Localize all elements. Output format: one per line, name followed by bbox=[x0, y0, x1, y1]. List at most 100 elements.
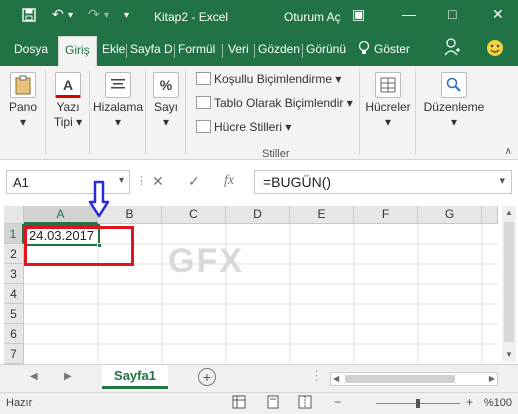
sheet-tab-bar: ◀ ▶ Sayfa1 + ⋮ ◀ ▶ bbox=[0, 364, 518, 392]
column-header-partial[interactable] bbox=[482, 206, 498, 224]
zoom-level[interactable]: %100 bbox=[484, 397, 512, 409]
tab-separator bbox=[302, 44, 303, 58]
hizalama-button[interactable]: Hizalama ▾ bbox=[92, 72, 144, 130]
title-bar: ↶ ▾ ↷ ▾ ▾ Kitap2 - Excel Oturum Aç ▣ — □… bbox=[0, 0, 518, 34]
column-header[interactable]: E bbox=[290, 206, 354, 224]
column-header[interactable]: F bbox=[354, 206, 418, 224]
hucre-stilleri-button[interactable]: Hücre Stilleri ▾ bbox=[196, 120, 291, 134]
undo-dropdown-icon[interactable]: ▾ bbox=[68, 10, 73, 21]
row-header[interactable]: 5 bbox=[4, 304, 24, 324]
chevron-down-icon: ▾ bbox=[450, 115, 458, 129]
zoom-in-button[interactable]: + bbox=[466, 395, 473, 409]
sheet-splitter[interactable]: ⋮ bbox=[310, 368, 323, 384]
status-ready: Hazır bbox=[6, 397, 33, 409]
kosullu-label: Koşullu Biçimlendirme bbox=[214, 72, 333, 86]
tab-ekle[interactable]: Ekle bbox=[102, 42, 125, 56]
account-icon[interactable] bbox=[444, 38, 460, 59]
tab-formul[interactable]: Formül bbox=[178, 42, 215, 56]
group-yazi-tipi: A Yazı Tipi ▾ bbox=[46, 70, 90, 154]
redo-dropdown-icon[interactable]: ▾ bbox=[104, 10, 109, 21]
feedback-smiley-icon[interactable] bbox=[486, 39, 504, 60]
hscroll-thumb[interactable] bbox=[345, 375, 455, 383]
column-header[interactable]: D bbox=[226, 206, 290, 224]
select-all-corner[interactable] bbox=[4, 206, 24, 224]
row-header[interactable]: 1 bbox=[4, 224, 24, 244]
down-arrow-icon bbox=[88, 180, 110, 218]
horizontal-scrollbar[interactable]: ◀ ▶ bbox=[330, 372, 498, 386]
group-pano: Pano ▾ bbox=[0, 70, 46, 154]
customize-toolbar-icon[interactable]: ▾ bbox=[124, 10, 129, 21]
tab-gorunum[interactable]: Görünü bbox=[306, 42, 346, 56]
close-icon[interactable]: ✕ bbox=[492, 6, 504, 23]
column-header[interactable]: C bbox=[162, 206, 226, 224]
tab-sayfa-duzeni[interactable]: Sayfa D bbox=[130, 42, 173, 56]
hucreler-label: Hücreler bbox=[365, 100, 411, 114]
sheet-tab-sayfa1[interactable]: Sayfa1 bbox=[102, 365, 168, 389]
cell-styles-icon bbox=[196, 120, 211, 133]
row-header[interactable]: 7 bbox=[4, 344, 24, 364]
expand-formula-icon[interactable]: ▾ bbox=[499, 174, 505, 187]
normal-view-icon[interactable] bbox=[232, 395, 246, 412]
column-header[interactable]: A bbox=[24, 206, 98, 224]
chevron-down-icon: ▾ bbox=[76, 115, 83, 129]
redo-icon[interactable]: ↷ bbox=[88, 6, 100, 23]
row-header[interactable]: 3 bbox=[4, 264, 24, 284]
tab-veri[interactable]: Veri bbox=[228, 42, 249, 56]
tab-separator bbox=[174, 44, 175, 58]
enter-icon[interactable]: ✓ bbox=[188, 173, 200, 190]
tab-separator bbox=[126, 44, 127, 58]
hucreler-button[interactable]: Hücreler ▾ bbox=[364, 72, 412, 130]
undo-icon[interactable]: ↶ bbox=[52, 6, 64, 23]
row-header[interactable]: 4 bbox=[4, 284, 24, 304]
signin-link[interactable]: Oturum Aç bbox=[284, 10, 341, 24]
tab-giris[interactable]: Giriş bbox=[58, 36, 97, 66]
scroll-up-icon[interactable]: ▲ bbox=[505, 208, 513, 217]
chevron-down-icon: ▾ bbox=[346, 96, 353, 110]
cancel-icon[interactable]: ✕ bbox=[152, 173, 164, 190]
yazi-tipi-label-2: Tipi bbox=[53, 115, 73, 129]
chevron-down-icon: ▾ bbox=[384, 115, 392, 129]
sayi-button[interactable]: % Sayı ▾ bbox=[150, 72, 182, 130]
chevron-down-icon[interactable]: ▾ bbox=[119, 175, 124, 186]
kosullu-bicimlendirme-button[interactable]: Koşullu Biçimlendirme ▾ bbox=[196, 72, 341, 86]
row-header[interactable]: 6 bbox=[4, 324, 24, 344]
conditional-format-icon bbox=[196, 72, 211, 85]
sheet-prev-icon[interactable]: ◀ bbox=[30, 371, 38, 382]
restore-icon[interactable]: □ bbox=[448, 6, 456, 22]
scroll-right-icon[interactable]: ▶ bbox=[489, 374, 495, 383]
group-hizalama: Hizalama ▾ bbox=[90, 70, 146, 154]
ribbon-display-options-icon[interactable]: ▣ bbox=[352, 6, 365, 23]
name-box[interactable]: A1 ▾ bbox=[6, 170, 130, 194]
formula-bar: A1 ▾ ⋮ ✕ ✓ fx =BUGÜN() ▾ bbox=[0, 160, 518, 204]
page-layout-view-icon[interactable] bbox=[266, 395, 280, 412]
scroll-left-icon[interactable]: ◀ bbox=[333, 374, 339, 383]
save-icon[interactable] bbox=[22, 8, 36, 25]
zoom-out-button[interactable]: − bbox=[334, 395, 341, 409]
zoom-slider-knob[interactable] bbox=[416, 399, 420, 408]
column-header[interactable]: G bbox=[418, 206, 482, 224]
minimize-icon[interactable]: — bbox=[402, 6, 416, 22]
duzenleme-button[interactable]: Düzenleme ▾ bbox=[420, 72, 488, 130]
add-sheet-button[interactable]: + bbox=[198, 368, 216, 386]
pano-button[interactable]: Pano ▾ bbox=[4, 72, 42, 130]
tablo-label: Tablo Olarak Biçimlendir bbox=[214, 96, 344, 110]
tab-dosya[interactable]: Dosya bbox=[14, 42, 48, 56]
percent-icon: % bbox=[153, 72, 179, 98]
row-header[interactable]: 2 bbox=[4, 244, 24, 264]
scroll-thumb[interactable] bbox=[504, 222, 514, 342]
vertical-scrollbar[interactable]: ▲ ▼ bbox=[502, 206, 516, 362]
scroll-down-icon[interactable]: ▼ bbox=[505, 350, 513, 359]
tab-gozden-gecir[interactable]: Gözden bbox=[258, 42, 300, 56]
page-break-view-icon[interactable] bbox=[298, 395, 312, 412]
sheet-next-icon[interactable]: ▶ bbox=[64, 371, 72, 382]
yazi-tipi-button[interactable]: A Yazı Tipi ▾ bbox=[50, 72, 86, 130]
duzenleme-label: Düzenleme bbox=[423, 100, 485, 114]
lightbulb-icon[interactable] bbox=[358, 40, 370, 59]
collapse-ribbon-icon[interactable]: ∧ bbox=[505, 146, 512, 157]
tablo-olarak-bicimlendir-button[interactable]: Tablo Olarak Biçimlendir ▾ bbox=[196, 96, 353, 110]
insert-function-icon[interactable]: fx bbox=[224, 173, 234, 189]
highlight-box bbox=[24, 226, 134, 266]
formula-input[interactable]: =BUGÜN() ▾ bbox=[254, 170, 512, 194]
tell-me-search[interactable]: Göster bbox=[374, 42, 410, 56]
group-sayi: % Sayı ▾ bbox=[146, 70, 186, 154]
